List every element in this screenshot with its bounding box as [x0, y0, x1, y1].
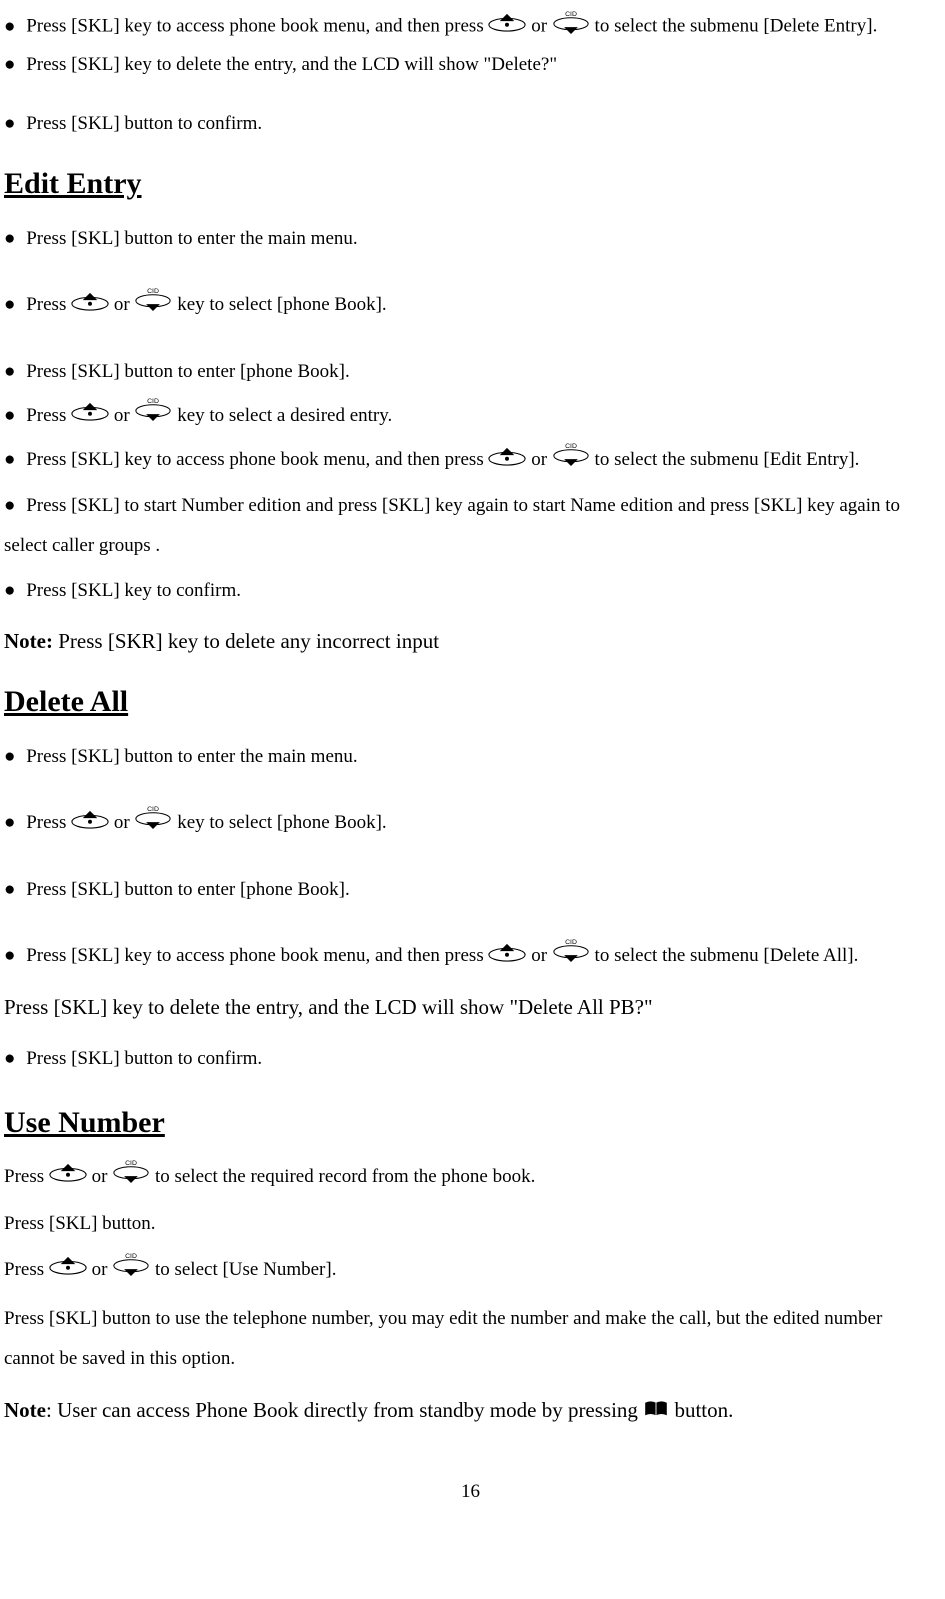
- note-text: Press [SKR] key to delete any incorrect …: [53, 629, 439, 653]
- bullet-dot: ●: [4, 746, 15, 767]
- phone-book-icon: [643, 1396, 669, 1428]
- up-arrow-icon: [488, 442, 526, 480]
- text-pre: Press: [4, 1166, 49, 1187]
- bullet-dot: ●: [4, 879, 15, 900]
- down-arrow-icon: [134, 805, 172, 843]
- bullet-dot: ●: [4, 361, 15, 382]
- down-arrow-icon: [112, 1252, 150, 1289]
- note-text: : User can access Phone Book directly fr…: [46, 1398, 643, 1422]
- text-mid: or: [531, 945, 552, 966]
- up-arrow-icon: [49, 1252, 87, 1288]
- bullet-dot: ●: [4, 1048, 15, 1069]
- plain-line: Press [SKL] button.: [4, 1206, 937, 1242]
- bullet-item: ● Press [SKL] button to confirm.: [4, 1040, 937, 1078]
- text: Press [SKL] button to enter [phone Book]…: [26, 361, 349, 382]
- text-pre: Press [SKL] key to access phone book men…: [26, 449, 488, 470]
- down-arrow-icon: [552, 10, 590, 44]
- plain-line: Press or to select the required record f…: [4, 1159, 937, 1196]
- bullet-dot: ●: [4, 54, 15, 75]
- text: Press [SKL] button to confirm.: [26, 1048, 262, 1069]
- plain-line: Press [SKL] button to use the telephone …: [4, 1299, 937, 1379]
- bullet-dot: ●: [4, 495, 15, 516]
- bullet-dot: ●: [4, 294, 15, 315]
- up-arrow-icon: [488, 12, 526, 42]
- text-post: key to select a desired entry.: [177, 405, 392, 426]
- bullet-dot: ●: [4, 113, 15, 134]
- up-arrow-icon: [71, 805, 109, 843]
- heading-use-number: Use Number: [4, 1100, 937, 1145]
- bullet-dot: ●: [4, 16, 15, 37]
- bullet-item: ● Press [SKL] key to access phone book m…: [4, 441, 937, 480]
- text: Press [SKL] button to enter the main men…: [26, 228, 357, 249]
- text-mid: or: [92, 1166, 113, 1187]
- down-arrow-icon: [552, 938, 590, 976]
- text-post: key to select [phone Book].: [177, 294, 386, 315]
- text-post: to select [Use Number].: [155, 1259, 337, 1280]
- text-pre: Press [SKL] key to access phone book men…: [26, 945, 488, 966]
- bullet-item: ● Press [SKL] button to enter [phone Boo…: [4, 353, 937, 391]
- page-number: 16: [4, 1478, 937, 1507]
- down-arrow-icon: [552, 442, 590, 480]
- text: Press [SKL] button to enter the main men…: [26, 746, 357, 767]
- plain-line: Press or to select [Use Number].: [4, 1252, 937, 1289]
- bullet-item: ● Press [SKL] key to confirm.: [4, 572, 937, 610]
- text-mid: or: [531, 449, 552, 470]
- bullet-item: ● Press [SKL] button to enter [phone Boo…: [4, 871, 937, 909]
- bullet-dot: ●: [4, 405, 15, 426]
- bullet-item: ● Press [SKL] button to enter the main m…: [4, 220, 937, 258]
- text-post: to select the required record from the p…: [155, 1166, 535, 1187]
- bullet-item: ● Press [SKL] key to delete the entry, a…: [4, 50, 937, 80]
- text-pre: Press [SKL] key to access phone book men…: [26, 16, 488, 37]
- bullet-item: ● Press [SKL] button to enter the main m…: [4, 738, 937, 776]
- down-arrow-icon: [134, 397, 172, 435]
- text-pre: Press: [26, 405, 71, 426]
- note-line: Note: User can access Phone Book directl…: [4, 1395, 937, 1428]
- note-label: Note: [4, 1398, 46, 1422]
- down-arrow-icon: [134, 287, 172, 325]
- text: Press [SKL] to start Number edition and …: [4, 495, 900, 556]
- text-mid: or: [531, 16, 552, 37]
- bullet-dot: ●: [4, 580, 15, 601]
- text: Press [SKL] button to confirm.: [26, 113, 262, 134]
- bullet-item: ● Press [SKL] key to access phone book m…: [4, 937, 937, 976]
- text-pre: Press: [26, 294, 71, 315]
- up-arrow-icon: [49, 1159, 87, 1195]
- text-mid: or: [114, 405, 135, 426]
- down-arrow-icon: [112, 1159, 150, 1196]
- bullet-item: ● Press or key to select [phone Book].: [4, 286, 937, 325]
- bullet-item: ● Press or key to select [phone Book].: [4, 804, 937, 843]
- bullet-dot: ●: [4, 812, 15, 833]
- text: Press [SKL] key to delete the entry, and…: [26, 54, 557, 75]
- text-pre: Press: [26, 812, 71, 833]
- plain-line: Press [SKL] key to delete the entry, and…: [4, 988, 937, 1028]
- heading-delete-all: Delete All: [4, 679, 937, 724]
- bullet-item: ● Press [SKL] key to access phone book m…: [4, 10, 937, 44]
- bullet-item: ● Press [SKL] button to confirm.: [4, 109, 937, 139]
- heading-edit-entry: Edit Entry: [4, 161, 937, 206]
- text-post: to select the submenu [Edit Entry].: [595, 449, 860, 470]
- up-arrow-icon: [488, 938, 526, 976]
- text-pre: Press: [4, 1259, 49, 1280]
- bullet-dot: ●: [4, 449, 15, 470]
- bullet-item: ● Press or key to select a desired entry…: [4, 397, 937, 436]
- text: Press [SKL] key to confirm.: [26, 580, 241, 601]
- note-label: Note:: [4, 629, 53, 653]
- text-post: key to select [phone Book].: [177, 812, 386, 833]
- text-mid: or: [92, 1259, 113, 1280]
- bullet-item: ● Press [SKL] to start Number edition an…: [4, 486, 937, 566]
- text-post: to select the submenu [Delete Entry].: [595, 16, 878, 37]
- text-mid: or: [114, 812, 135, 833]
- note-line: Note: Press [SKR] key to delete any inco…: [4, 626, 937, 658]
- text-mid: or: [114, 294, 135, 315]
- up-arrow-icon: [71, 397, 109, 435]
- up-arrow-icon: [71, 287, 109, 325]
- text-post: to select the submenu [Delete All].: [595, 945, 859, 966]
- bullet-dot: ●: [4, 945, 15, 966]
- note-after: button.: [674, 1398, 733, 1422]
- bullet-dot: ●: [4, 228, 15, 249]
- text: Press [SKL] button to enter [phone Book]…: [26, 879, 349, 900]
